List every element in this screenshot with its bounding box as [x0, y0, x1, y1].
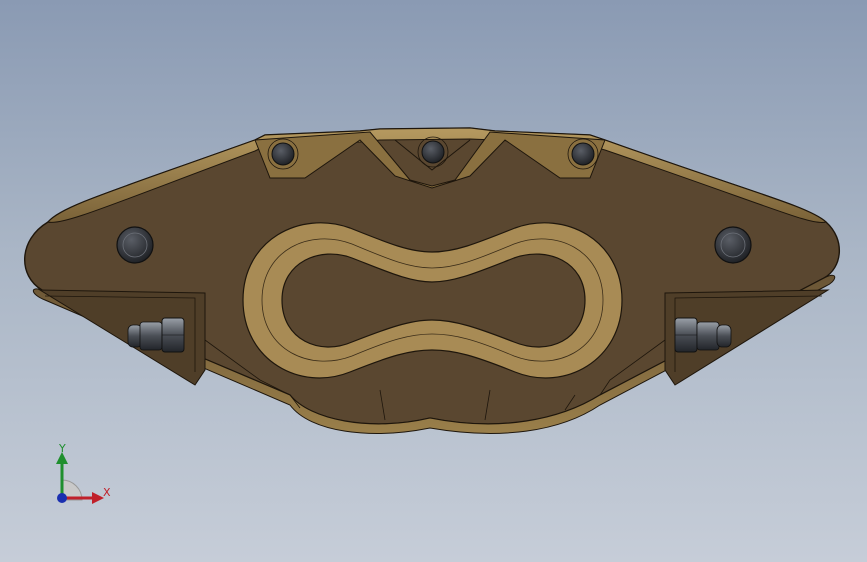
x-axis-label: X: [103, 486, 111, 499]
brake-caliper-model[interactable]: [0, 0, 867, 562]
z-axis-dot: [57, 493, 67, 503]
y-axis-label: Y: [59, 442, 66, 455]
top-center-bolt: [421, 140, 445, 164]
right-bolt: [714, 226, 752, 264]
left-bolt: [116, 226, 154, 264]
top-left-bolt: [271, 142, 295, 166]
reference-triad[interactable]: [40, 440, 130, 510]
graphics-viewport[interactable]: Y X: [0, 0, 867, 562]
top-right-bolt: [571, 142, 595, 166]
